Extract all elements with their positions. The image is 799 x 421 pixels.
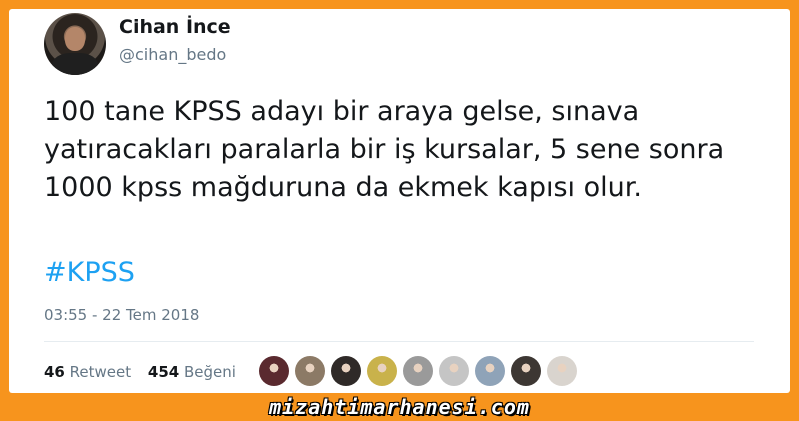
retweet-count: 46 <box>44 363 65 381</box>
tweet-timestamp[interactable]: 03:55 - 22 Tem 2018 <box>44 306 199 324</box>
liker-avatar-3[interactable] <box>331 356 361 386</box>
liker-avatar-4[interactable] <box>367 356 397 386</box>
divider <box>44 341 754 342</box>
liker-avatar-1[interactable] <box>259 356 289 386</box>
author-avatar[interactable] <box>44 13 106 75</box>
author-handle[interactable]: @cihan_bedo <box>119 45 226 64</box>
liker-avatar-9[interactable] <box>547 356 577 386</box>
watermark-text: mizahtimarhanesi.com <box>269 395 530 419</box>
liker-avatars <box>259 356 583 386</box>
avatar-body <box>52 53 98 75</box>
retweet-label: Retweet <box>69 363 132 381</box>
liker-avatar-2[interactable] <box>295 356 325 386</box>
avatar-face <box>65 27 85 51</box>
liker-avatar-7[interactable] <box>475 356 505 386</box>
liker-avatar-6[interactable] <box>439 356 469 386</box>
like-stat[interactable]: 454 Beğeni <box>148 363 236 381</box>
hashtag-link[interactable]: #KPSS <box>44 254 135 292</box>
like-count: 454 <box>147 363 180 381</box>
like-label: Beğeni <box>184 363 236 381</box>
tweet-card: Cihan İnce @cihan_bedo 100 tane KPSS ada… <box>9 9 790 393</box>
retweet-stat[interactable]: 46 Retweet <box>44 363 131 381</box>
tweet-text: 100 tane KPSS adayı bir araya gelse, sın… <box>44 96 725 203</box>
engagement-stats: 46 Retweet 454 Beğeni <box>44 363 248 381</box>
liker-avatar-8[interactable] <box>511 356 541 386</box>
liker-avatar-5[interactable] <box>403 356 433 386</box>
author-name[interactable]: Cihan İnce <box>119 16 231 38</box>
